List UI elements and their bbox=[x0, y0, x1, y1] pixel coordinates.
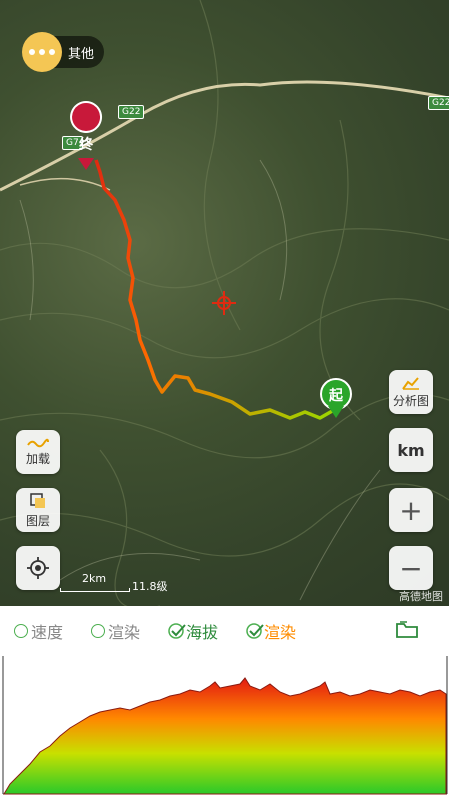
tab-label: 渲染 bbox=[108, 623, 141, 642]
more-label: 其他 bbox=[68, 46, 95, 62]
folder-icon bbox=[396, 621, 418, 638]
locate-button[interactable] bbox=[16, 546, 60, 590]
analysis-label: 分析图 bbox=[392, 393, 429, 408]
folder-button[interactable] bbox=[395, 619, 419, 643]
layer-label: 图层 bbox=[25, 513, 50, 528]
plus-icon: + bbox=[399, 493, 423, 527]
terrain-texture bbox=[0, 0, 449, 606]
wave-icon bbox=[27, 438, 49, 447]
map-watermark: 高德地图 bbox=[399, 590, 443, 603]
locate-icon bbox=[27, 557, 49, 579]
start-marker-label: 起 bbox=[329, 388, 343, 404]
checkbox-icon bbox=[91, 624, 106, 638]
unit-km-button[interactable]: km bbox=[389, 428, 433, 472]
tab-altitude[interactable]: 海拔 bbox=[168, 619, 218, 643]
road-label-g22-right: G22 bbox=[428, 96, 449, 110]
check-circle-icon bbox=[168, 623, 186, 639]
checkbox-icon bbox=[14, 624, 28, 638]
tab-label: 渲染 bbox=[264, 623, 297, 642]
track-route bbox=[94, 159, 335, 420]
map-view[interactable]: 其他 G22 G22 G7 终 起 分析图 km + − 加载 图层 2km 1… bbox=[0, 0, 449, 606]
scale-bar bbox=[60, 588, 130, 592]
analysis-button[interactable]: 分析图 bbox=[389, 370, 433, 414]
minus-icon: − bbox=[399, 551, 423, 585]
more-menu[interactable]: 其他 bbox=[22, 32, 105, 72]
chart-icon bbox=[402, 376, 419, 390]
tab-label: 海拔 bbox=[186, 623, 219, 642]
load-label: 加载 bbox=[25, 451, 50, 466]
zoom-level: 11.8级 bbox=[132, 580, 168, 593]
layer-button[interactable]: 图层 bbox=[16, 488, 60, 532]
km-label: km bbox=[397, 440, 425, 460]
tab-speed[interactable]: 速度 bbox=[14, 619, 63, 643]
scale-text: 2km bbox=[82, 572, 107, 585]
zoom-out-button[interactable]: − bbox=[389, 546, 433, 590]
profile-tabs: 速度 渲染 海拔 渲染 bbox=[0, 606, 449, 656]
altitude-area bbox=[3, 677, 447, 795]
more-icon[interactable] bbox=[22, 32, 62, 72]
layers-icon bbox=[30, 492, 45, 508]
check-circle-icon bbox=[246, 623, 264, 639]
zoom-in-button[interactable]: + bbox=[389, 488, 433, 532]
crosshair-icon bbox=[212, 291, 236, 315]
altitude-profile[interactable] bbox=[0, 656, 449, 798]
tab-altitude-render[interactable]: 渲染 bbox=[246, 619, 296, 643]
tab-label: 速度 bbox=[31, 623, 64, 642]
tab-speed-render[interactable]: 渲染 bbox=[91, 619, 140, 643]
road-label-g22-left: G22 bbox=[118, 105, 145, 119]
end-marker-label: 终 bbox=[79, 137, 93, 153]
load-button[interactable]: 加载 bbox=[16, 430, 60, 474]
